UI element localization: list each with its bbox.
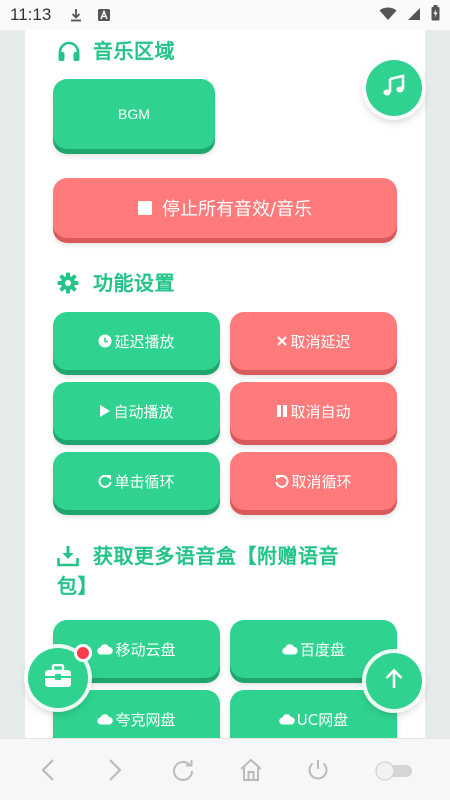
pause-icon [276,404,288,418]
cloud-icon [282,643,298,655]
cancel-loop-label: 取消循环 [291,472,352,491]
battery-icon [431,5,440,25]
music-note-icon [382,74,406,102]
app-frame: 音乐区域 BGM 停止所有音效/音乐 功能设置 延迟播放 取消延迟 自动播放 取… [0,30,450,738]
browser-nav-bar [0,738,450,800]
delay-play-button[interactable]: 延迟播放 [53,312,220,370]
gear-icon [57,268,83,298]
home-icon[interactable] [237,756,265,784]
cancel-loop-button[interactable]: 取消循环 [230,452,397,510]
bgm-button[interactable]: BGM [53,79,215,149]
mobile-cloud-label: 移动云盘 [115,640,176,659]
download-title-line2: 包】 [57,574,98,598]
clock-icon [98,334,112,348]
music-title-text: 音乐区域 [93,39,175,63]
auto-play-label: 自动播放 [113,402,174,421]
cancel-delay-button[interactable]: 取消延迟 [230,312,397,370]
wifi-icon [379,6,397,25]
toggle-switch[interactable] [372,756,416,784]
cancel-auto-button[interactable]: 取消自动 [230,382,397,440]
status-time: 11:13 [10,5,52,24]
music-section-title: 音乐区域 [57,36,175,66]
bgm-label: BGM [118,106,150,122]
arrow-up-icon [383,668,405,694]
refresh-icon[interactable] [169,756,197,784]
cloud-icon [279,713,295,725]
forward-icon[interactable] [101,756,129,784]
cancel-delay-label: 取消延迟 [290,332,351,351]
cloud-icon [97,713,114,725]
redo-icon [98,474,112,488]
uc-pan-label: UC网盘 [296,710,349,729]
notification-badge [74,644,92,662]
status-bar: 11:13 [0,0,450,30]
app-notification-icon [97,8,111,22]
toolbox-icon [44,663,72,692]
quark-pan-label: 夸克网盘 [115,710,176,729]
undo-icon [275,474,289,488]
function-title-text: 功能设置 [93,271,175,295]
stop-icon [137,201,152,215]
x-icon [276,335,288,347]
power-icon[interactable] [304,756,332,784]
music-fab-button[interactable] [366,60,422,116]
click-loop-button[interactable]: 单击循环 [53,452,220,510]
cancel-auto-label: 取消自动 [290,402,351,421]
stop-all-sounds-button[interactable]: 停止所有音效/音乐 [53,178,397,238]
play-icon [99,404,111,418]
download-status-icon [69,8,83,22]
baidu-pan-label: 百度盘 [299,640,345,659]
delay-play-label: 延迟播放 [114,332,175,351]
download-section-title: 获取更多语音盒【附赠语音 包】 [57,541,387,601]
stop-all-label: 停止所有音效/音乐 [161,199,313,220]
headphones-icon [57,36,83,66]
content-page: 音乐区域 BGM 停止所有音效/音乐 功能设置 延迟播放 取消延迟 自动播放 取… [25,30,425,738]
download-icon [57,541,83,571]
back-icon[interactable] [34,756,62,784]
click-loop-label: 单击循环 [114,472,175,491]
cloud-icon [97,643,114,655]
signal-icon [407,6,421,25]
function-section-title: 功能设置 [57,268,175,298]
download-title-line1: 获取更多语音盒【附赠语音 [93,544,339,568]
auto-play-button[interactable]: 自动播放 [53,382,220,440]
scroll-top-button[interactable] [366,653,422,709]
